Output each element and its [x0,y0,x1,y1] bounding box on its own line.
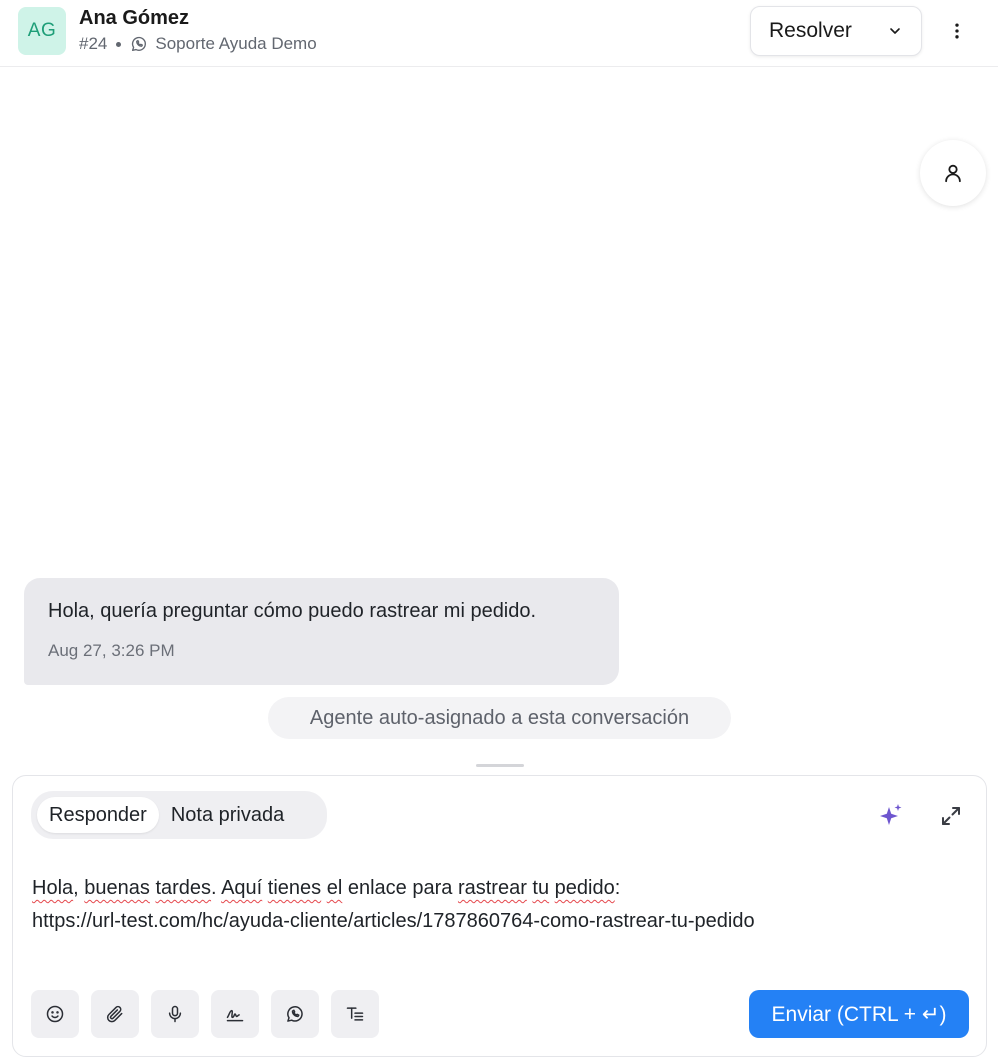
resolve-button[interactable]: Resolver [750,6,922,56]
message-timestamp: Aug 27, 3:26 PM [48,641,175,660]
conversation-meta: #24 Soporte Ayuda Demo [79,34,317,54]
expand-icon[interactable] [939,804,963,828]
paperclip-icon [106,1005,123,1023]
emoji-button[interactable] [31,990,79,1038]
draft-line-2: https://url-test.com/hc/ayuda-cliente/ar… [32,910,755,932]
reply-mode-switch: Responder Nota privada [31,791,327,839]
emoji-icon [46,1005,64,1023]
reply-composer: Responder Nota privada Hola, buenas tard… [12,775,987,1057]
send-button[interactable]: Enviar (CTRL + ↵) [749,990,969,1038]
signature-icon [226,1009,244,1022]
user-icon [945,164,961,183]
ai-sparkle-icon[interactable] [877,802,905,830]
separator-dot [116,41,122,47]
resolve-label: Resolver [769,19,852,42]
inbox-name: Soporte Ayuda Demo [155,34,317,53]
contact-panel-toggle[interactable] [920,140,986,206]
attach-button[interactable] [91,990,139,1038]
incoming-message: Hola, quería preguntar cómo puedo rastre… [24,578,619,685]
message-editor[interactable]: Hola, buenas tardes. Aquí tienes el enla… [32,872,972,938]
avatar[interactable]: AG [18,7,66,55]
whatsapp-icon [132,36,147,52]
chevron-down-icon[interactable] [887,23,903,39]
conversation-header: AG Ana Gómez #24 Soporte Ayuda Demo Reso… [0,0,998,67]
activity-message: Agente auto-asignado a esta conversación [268,697,731,739]
conversation-id: #24 [79,34,108,53]
signature-button[interactable] [211,990,259,1038]
whatsapp-icon [287,1006,303,1022]
whatsapp-template-button[interactable] [271,990,319,1038]
more-options-button[interactable] [940,14,974,48]
tab-reply[interactable]: Responder [37,797,159,833]
microphone-icon [168,1005,182,1023]
message-text: Hola, quería preguntar cómo puedo rastre… [48,600,537,622]
record-audio-button[interactable] [151,990,199,1038]
tab-private-note[interactable]: Nota privada [159,797,296,833]
draft-line-1: Hola, buenas tardes. Aquí tienes el enla… [32,877,621,899]
contact-name[interactable]: Ana Gómez [79,7,189,30]
text-format-button[interactable] [331,990,379,1038]
resize-handle[interactable] [476,764,524,767]
more-vertical-icon [955,23,959,39]
text-format-icon [346,1007,364,1021]
